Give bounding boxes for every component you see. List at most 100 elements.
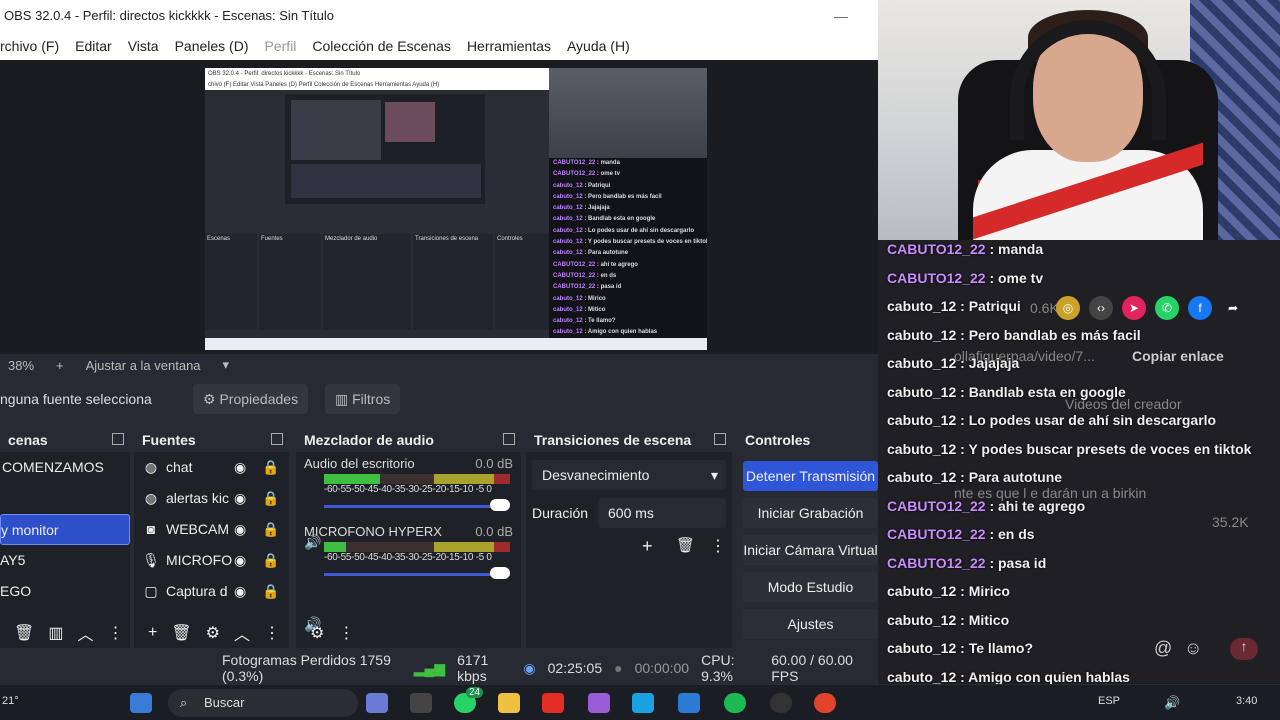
eye-icon[interactable]: ◉ bbox=[234, 576, 246, 607]
chat-username[interactable]: cabuto_12 bbox=[887, 355, 956, 371]
plus-icon[interactable]: + bbox=[642, 536, 653, 557]
lock-icon[interactable]: 🔒 bbox=[262, 514, 279, 545]
popout-icon[interactable] bbox=[271, 433, 283, 445]
chat-username[interactable]: CABUTO12_22 bbox=[887, 526, 986, 542]
filter-icon[interactable]: ▥ bbox=[48, 623, 63, 643]
menu-archivo[interactable]: rchivo (F) bbox=[0, 38, 59, 54]
chat-username[interactable]: CABUTO12_22 bbox=[887, 241, 986, 257]
chat-username[interactable]: cabuto_12 bbox=[887, 441, 956, 457]
spotify-icon[interactable] bbox=[724, 693, 746, 713]
folder-icon[interactable] bbox=[498, 693, 520, 713]
trash-icon[interactable]: 🗑 bbox=[171, 623, 191, 643]
chat-username[interactable]: cabuto_12 bbox=[887, 583, 956, 599]
more-icon[interactable]: ⋮ bbox=[264, 623, 280, 643]
chat-username[interactable]: cabuto_12 bbox=[887, 640, 956, 656]
share-icon[interactable]: ➦ bbox=[1221, 296, 1245, 320]
popout-icon[interactable] bbox=[503, 433, 515, 445]
search-box[interactable]: ⌕ Buscar bbox=[168, 689, 358, 717]
scene-item-selected[interactable]: y monitor bbox=[0, 514, 130, 545]
volume-icon[interactable]: 🔊 bbox=[1164, 695, 1180, 711]
more-icon[interactable]: ⋮ bbox=[107, 623, 123, 643]
menu-vista[interactable]: Vista bbox=[128, 38, 159, 54]
settings-button[interactable]: Ajustes bbox=[743, 609, 878, 639]
trash-icon[interactable]: 🗑 bbox=[14, 623, 34, 643]
menu-ayuda[interactable]: Ayuda (H) bbox=[567, 38, 630, 54]
scene-item[interactable] bbox=[0, 483, 130, 514]
fit-window-label[interactable]: Ajustar a la ventana bbox=[86, 358, 201, 373]
menu-colecciones[interactable]: Colección de Escenas bbox=[312, 38, 451, 54]
filters-button[interactable]: ▥ Filtros bbox=[325, 384, 401, 414]
menu-editar[interactable]: Editar bbox=[75, 38, 112, 54]
lock-icon[interactable]: 🔒 bbox=[262, 576, 279, 607]
chat-username[interactable]: CABUTO12_22 bbox=[887, 498, 986, 514]
eye-icon[interactable]: ◉ bbox=[234, 545, 246, 576]
menu-perfil[interactable]: Perfil bbox=[265, 38, 297, 54]
chrome-icon[interactable] bbox=[814, 693, 836, 713]
duration-input[interactable]: 600 ms bbox=[598, 498, 726, 528]
menu-paneles[interactable]: Paneles (D) bbox=[175, 38, 249, 54]
speaker-icon[interactable]: 🔊 bbox=[304, 534, 321, 551]
transition-select[interactable]: Desvanecimiento ▾ bbox=[532, 460, 726, 490]
studio-mode-button[interactable]: Modo Estudio bbox=[743, 572, 878, 602]
chevron-down-icon[interactable]: ▾ bbox=[223, 357, 230, 373]
chat-username[interactable]: cabuto_12 bbox=[887, 612, 956, 628]
youtube-icon[interactable] bbox=[542, 693, 564, 713]
popout-icon[interactable] bbox=[714, 433, 726, 445]
more-icon[interactable]: ⋮ bbox=[338, 623, 354, 643]
chat-username[interactable]: cabuto_12 bbox=[887, 669, 956, 685]
app-icon[interactable] bbox=[410, 693, 432, 713]
clock[interactable]: 3:40 bbox=[1236, 695, 1257, 707]
menu-herramientas[interactable]: Herramientas bbox=[467, 38, 551, 54]
source-item[interactable]: ◍ alertas kic ◉ 🔒 bbox=[134, 483, 289, 514]
chevron-up-icon[interactable]: ︿ bbox=[77, 621, 93, 645]
chat-username[interactable]: CABUTO12_22 bbox=[887, 555, 986, 571]
send-icon[interactable]: ➤ bbox=[1122, 296, 1146, 320]
store-icon[interactable] bbox=[678, 693, 700, 713]
chat-username[interactable]: cabuto_12 bbox=[887, 412, 956, 428]
lock-icon[interactable]: 🔒 bbox=[262, 483, 279, 514]
preview-canvas[interactable]: OBS 32.0.4 - Perfil: directos kickkkk - … bbox=[0, 60, 878, 354]
gear-icon[interactable]: ⚙ bbox=[310, 623, 324, 643]
plus-icon[interactable]: + bbox=[148, 624, 157, 642]
chat-username[interactable]: cabuto_12 bbox=[887, 384, 956, 400]
zoom-plus-icon[interactable]: + bbox=[56, 358, 64, 373]
eye-icon[interactable]: ◉ bbox=[234, 514, 246, 545]
chat-username[interactable]: cabuto_12 bbox=[887, 469, 956, 485]
start-icon[interactable] bbox=[130, 693, 152, 713]
source-item[interactable]: 🎙 MICROFO ◉ 🔒 bbox=[134, 545, 289, 576]
scene-item[interactable]: AY5 bbox=[0, 545, 130, 576]
lock-icon[interactable]: 🔒 bbox=[262, 452, 279, 483]
properties-button[interactable]: ⚙ Propiedades bbox=[193, 384, 309, 414]
language[interactable]: ESP bbox=[1098, 695, 1120, 707]
gear-icon[interactable]: ⚙ bbox=[206, 623, 220, 643]
obs-icon[interactable] bbox=[770, 693, 792, 713]
source-item[interactable]: ▢ Captura d ◉ 🔒 bbox=[134, 576, 289, 607]
edge-icon[interactable] bbox=[632, 693, 654, 713]
trash-icon[interactable]: 🗑 bbox=[676, 536, 695, 554]
chat-username[interactable]: cabuto_12 bbox=[887, 298, 956, 314]
weather[interactable]: 21° bbox=[2, 695, 19, 707]
start-virtual-camera-button[interactable]: Iniciar Cámara Virtual bbox=[743, 535, 878, 565]
facebook-icon[interactable]: f bbox=[1188, 296, 1212, 320]
eye-icon[interactable]: ◉ bbox=[234, 483, 246, 514]
scene-item[interactable]: EGO bbox=[0, 576, 130, 607]
stop-streaming-button[interactable]: Detener Transmisión bbox=[743, 461, 878, 491]
chevron-up-icon[interactable]: ︿ bbox=[234, 621, 250, 645]
lock-icon[interactable]: 🔒 bbox=[262, 545, 279, 576]
source-item[interactable]: ◍ chat ◉ 🔒 bbox=[134, 452, 289, 483]
copy-link-button[interactable]: Copiar enlace bbox=[1132, 348, 1224, 364]
more-icon[interactable]: ⋮ bbox=[710, 536, 726, 556]
embed-icon[interactable]: ‹› bbox=[1089, 296, 1113, 320]
coin-icon[interactable]: ◎ bbox=[1056, 296, 1080, 320]
emoji-icon[interactable]: ☺ bbox=[1184, 638, 1202, 659]
source-item[interactable]: ◙ WEBCAM ◉ 🔒 bbox=[134, 514, 289, 545]
popout-icon[interactable] bbox=[112, 433, 124, 445]
eye-icon[interactable]: ◉ bbox=[234, 452, 246, 483]
volume-slider[interactable] bbox=[324, 564, 510, 584]
minimize-button[interactable]: — bbox=[834, 0, 848, 32]
chat-username[interactable]: CABUTO12_22 bbox=[887, 270, 986, 286]
volume-slider[interactable] bbox=[324, 496, 510, 516]
whatsapp-icon[interactable]: ✆ bbox=[1155, 296, 1179, 320]
mention-icon[interactable]: @ bbox=[1154, 638, 1172, 659]
chat-username[interactable]: cabuto_12 bbox=[887, 327, 956, 343]
